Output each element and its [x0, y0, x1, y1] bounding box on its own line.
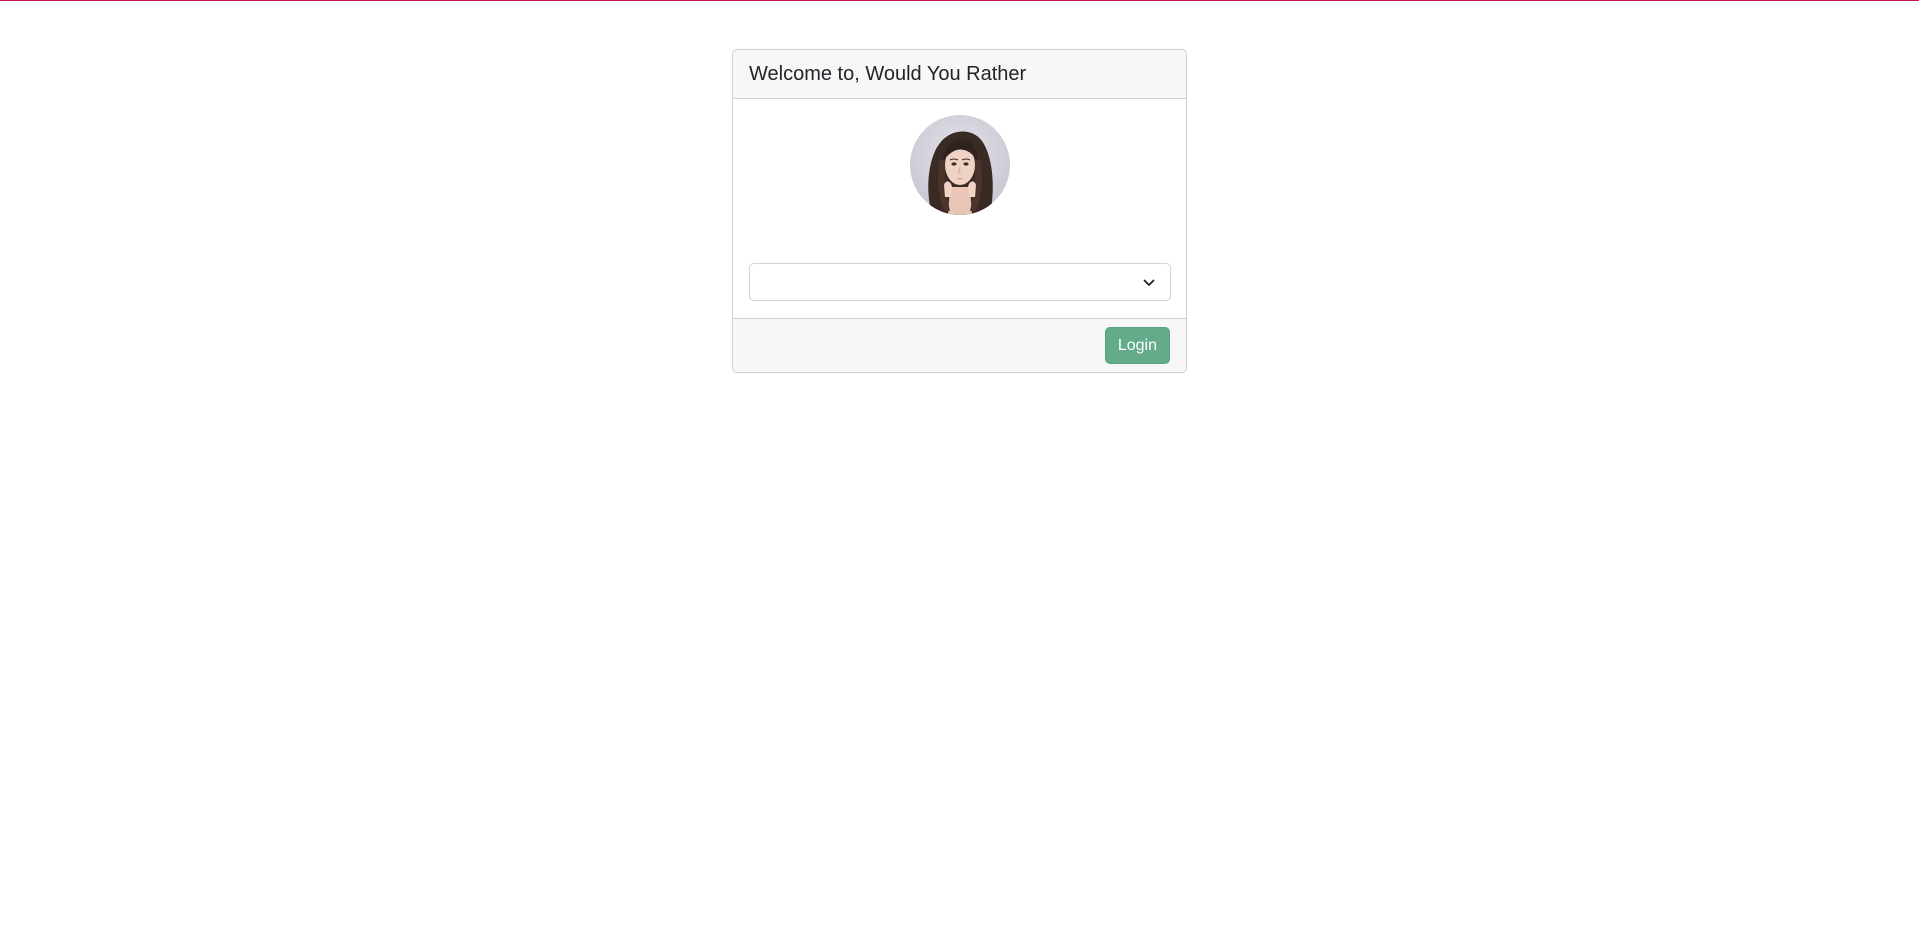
avatar-photo [910, 115, 1010, 215]
card-footer: Login [733, 318, 1186, 372]
login-button[interactable]: Login [1104, 327, 1170, 364]
card-title: Welcome to, Would You Rather [749, 62, 1027, 85]
login-card: Welcome to, Would You Rather Login [732, 49, 1187, 373]
card-body [733, 99, 1186, 318]
avatar [910, 115, 1010, 215]
user-select[interactable] [749, 263, 1171, 301]
card-header: Welcome to, Would You Rather [733, 50, 1186, 99]
top-accent-rule [0, 0, 1919, 1]
chevron-down-icon [1143, 279, 1155, 286]
